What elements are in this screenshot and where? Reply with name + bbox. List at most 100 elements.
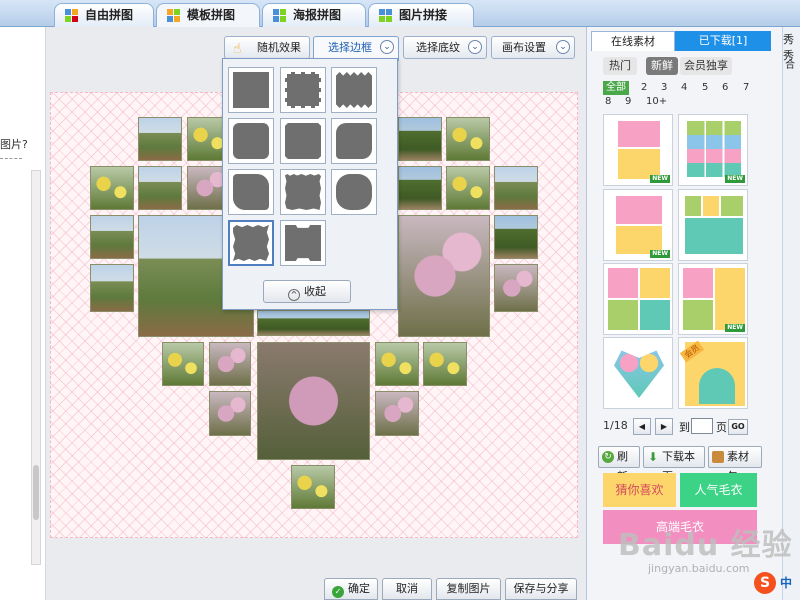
photo-cell[interactable] [209, 391, 251, 436]
template-thumb[interactable]: NEW [603, 189, 673, 261]
page-number-input[interactable] [691, 418, 713, 434]
count-filter[interactable]: 4 [681, 82, 687, 93]
template-thumb[interactable]: NEW [678, 114, 748, 186]
go-button[interactable]: GO [728, 419, 748, 435]
photo-cell[interactable] [446, 117, 490, 161]
border-option-torn-selected[interactable] [228, 220, 274, 266]
border-option-scallop[interactable] [228, 118, 274, 164]
template-thumb[interactable]: NEW [603, 114, 673, 186]
sogou-ime-icon[interactable]: S [754, 572, 776, 594]
copy-image-button[interactable]: 复制图片 [436, 578, 501, 600]
choose-border-label: 选择边框 [328, 41, 372, 54]
arrow-right-icon[interactable]: ▶ [655, 418, 673, 435]
baidu-watermark: Baidu 经验 [618, 528, 793, 563]
tab-label: 海报拼图 [293, 8, 342, 22]
photo-cell[interactable] [398, 117, 442, 161]
photo-cell[interactable] [446, 166, 490, 210]
new-badge: NEW [650, 250, 670, 258]
photo-cell[interactable] [375, 391, 419, 436]
count-filter[interactable]: 8 [605, 96, 611, 107]
border-option-zigzag[interactable] [331, 67, 377, 113]
collapse-label: 收起 [304, 285, 326, 298]
photo-cell[interactable] [423, 342, 467, 386]
promo-popular-sweater[interactable]: 人气毛衣 [680, 473, 757, 507]
cancel-button[interactable]: 取消 [382, 578, 432, 600]
photo-cell[interactable] [90, 215, 134, 259]
page-label: 页 [716, 421, 727, 434]
photo-cell[interactable] [257, 310, 370, 336]
material-pack-button[interactable]: 素材包 [708, 446, 762, 483]
arrow-left-icon[interactable]: ◀ [633, 418, 651, 435]
filter-new[interactable]: 新鲜 [646, 57, 678, 75]
count-filter[interactable]: 10+ [646, 96, 667, 107]
border-option-wave-2[interactable] [228, 169, 274, 215]
count-filter[interactable]: 7 [743, 82, 749, 93]
template-thumb[interactable]: 会员 [678, 337, 748, 409]
new-badge: NEW [650, 175, 670, 183]
canvas-settings-button[interactable]: 画布设置 ⌄ [491, 36, 575, 59]
count-filter[interactable]: 6 [722, 82, 728, 93]
count-filter[interactable]: 3 [661, 82, 667, 93]
photo-cell[interactable] [494, 264, 538, 312]
hand-pointer-icon: ☝ [233, 41, 242, 57]
template-thumb[interactable] [603, 337, 673, 409]
tab-label: 自由拼图 [85, 8, 134, 22]
tab-online-materials[interactable]: 在线素材 [591, 31, 675, 51]
border-option-cloud[interactable] [331, 169, 377, 215]
promo-guess-you-like[interactable]: 猜你喜欢 [603, 473, 676, 507]
tab-poster-collage[interactable]: 海报拼图 [262, 3, 366, 27]
collapse-button[interactable]: ^ 收起 [263, 280, 351, 303]
filter-vip[interactable]: 会员独享 [680, 57, 732, 75]
chevron-down-icon: ⌄ [380, 40, 394, 54]
border-option-ticket[interactable] [280, 220, 326, 266]
far-right-sub: 合 [785, 60, 795, 71]
left-scrollbar-thumb[interactable] [33, 465, 39, 520]
stitch-icon [379, 9, 392, 22]
template-thumb[interactable]: NEW [678, 263, 748, 335]
tab-free-collage[interactable]: 自由拼图 [54, 3, 154, 27]
photo-cell[interactable] [138, 117, 182, 161]
tab-downloaded[interactable]: 已下载[1] [675, 31, 771, 51]
tab-label: 图片拼接 [399, 8, 448, 22]
tab-template-collage[interactable]: 模板拼图 [156, 3, 260, 28]
photo-cell[interactable] [90, 264, 134, 312]
chevron-down-icon: ⌄ [556, 40, 570, 54]
border-option-notched[interactable] [280, 118, 326, 164]
choose-texture-label: 选择底纹 [416, 41, 460, 54]
photo-cell[interactable] [138, 166, 182, 210]
border-option-stamp[interactable] [280, 67, 326, 113]
goto-label: 到 [679, 421, 690, 434]
photo-cell[interactable] [291, 465, 335, 509]
photo-cell-large[interactable] [398, 215, 490, 337]
refresh-button[interactable]: ↻ 刷新 [598, 446, 640, 483]
photo-cell[interactable] [90, 166, 134, 210]
tab-label: 模板拼图 [187, 8, 236, 22]
save-share-label: 保存与分享 [513, 582, 569, 595]
border-option-wave[interactable] [331, 118, 377, 164]
count-filter-all[interactable]: 全部 [603, 81, 629, 95]
confirm-button[interactable]: ✓ 确定 [324, 578, 378, 600]
filter-hot[interactable]: 热门 [603, 57, 637, 75]
template-thumb[interactable] [603, 263, 673, 335]
random-effect-button[interactable]: ☝ 随机效果 [224, 36, 310, 59]
collage-icon [65, 9, 78, 22]
count-filter[interactable]: 5 [702, 82, 708, 93]
border-option-plain[interactable] [228, 67, 274, 113]
choose-texture-button[interactable]: 选择底纹 ⌄ [403, 36, 487, 59]
copy-image-label: 复制图片 [446, 582, 491, 595]
save-share-button[interactable]: 保存与分享 [505, 578, 577, 600]
photo-cell[interactable] [375, 342, 419, 386]
border-option-rough[interactable] [280, 169, 326, 215]
count-filter[interactable]: 9 [625, 96, 631, 107]
download-page-button[interactable]: ⬇ 下载本页 [643, 446, 705, 483]
photo-cell[interactable] [494, 166, 538, 210]
photo-cell[interactable] [398, 166, 442, 210]
photo-cell[interactable] [494, 215, 538, 259]
tab-image-stitch[interactable]: 图片拼接 [368, 3, 474, 27]
count-filter[interactable]: 2 [641, 82, 647, 93]
photo-cell[interactable] [209, 342, 251, 386]
photo-cell[interactable] [162, 342, 204, 386]
ime-mode-indicator[interactable]: 中 [780, 574, 792, 591]
photo-cell-large[interactable] [257, 342, 370, 460]
template-thumb[interactable] [678, 189, 748, 261]
